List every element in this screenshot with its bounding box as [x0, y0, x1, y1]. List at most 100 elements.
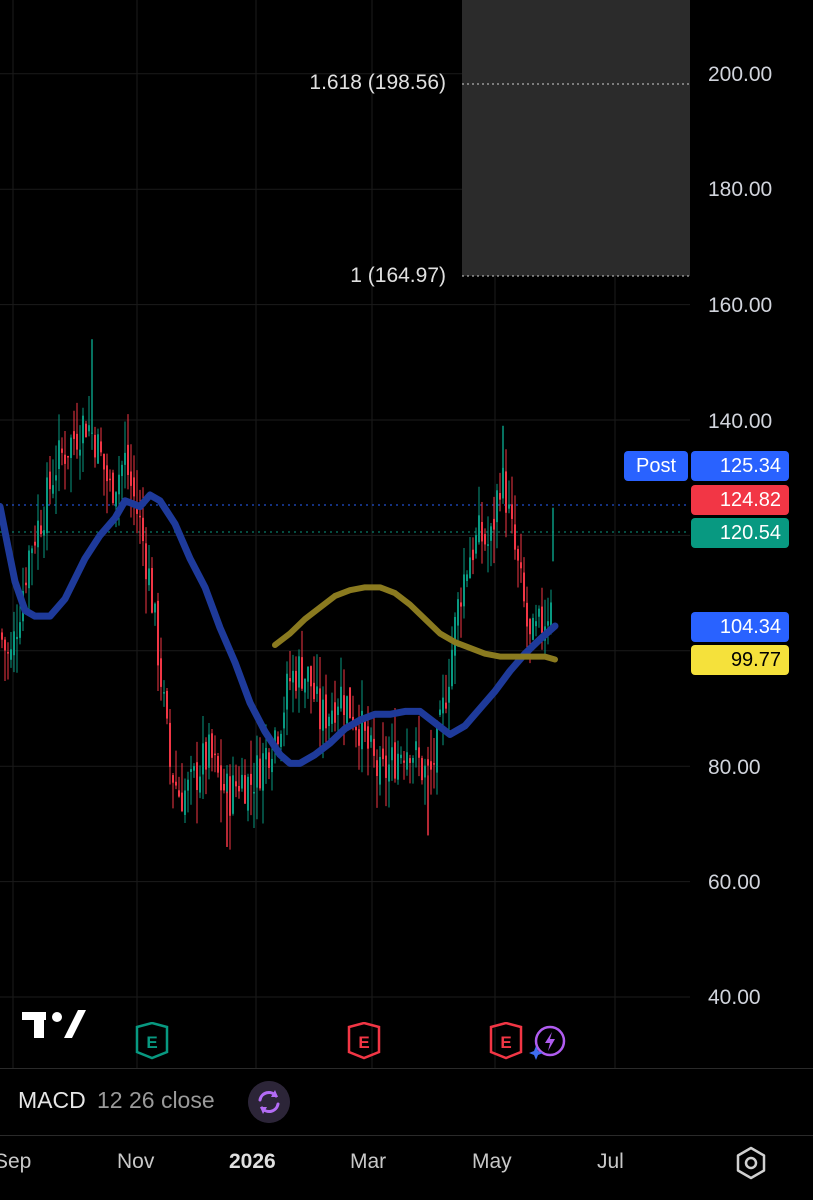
candle-body — [244, 775, 246, 804]
moving-average-yellow — [272, 584, 558, 663]
candle-body — [301, 657, 303, 689]
candle-body — [223, 784, 225, 791]
candle-body — [331, 710, 333, 724]
candle-body — [7, 652, 9, 654]
candle-body — [115, 492, 117, 507]
candle-body — [250, 773, 252, 785]
y-tick-40: 40.00 — [708, 986, 761, 1009]
earnings-icon[interactable]: E — [345, 1022, 383, 1060]
candle-body — [133, 477, 135, 497]
fib-extension-box[interactable] — [462, 0, 690, 276]
tradingview-logo[interactable] — [22, 1006, 86, 1040]
candle-body — [157, 600, 159, 666]
x-tick-sep: Sep — [0, 1150, 32, 1173]
post-price-badge: 125.34 — [691, 451, 789, 481]
candle-body — [118, 474, 120, 495]
candle-body — [343, 695, 345, 716]
candle-body — [547, 621, 549, 626]
candle-body — [205, 741, 207, 770]
candle-body — [1, 632, 3, 640]
candle-body — [472, 549, 474, 561]
refresh-icon[interactable] — [248, 1081, 290, 1123]
candle-body — [142, 517, 144, 542]
candle-body — [67, 456, 69, 458]
candle-body — [421, 758, 423, 781]
candle-body — [220, 765, 222, 791]
candle-body — [310, 666, 312, 687]
candle-body — [382, 748, 384, 760]
candle-body — [79, 449, 81, 456]
candle-body — [439, 709, 441, 715]
candle-body — [490, 526, 492, 541]
candle-body — [316, 686, 318, 694]
candle-body — [505, 471, 507, 513]
candle-body — [286, 673, 288, 710]
y-tick-60: 60.00 — [708, 871, 761, 894]
candle-body — [160, 658, 162, 687]
candle-body — [412, 757, 414, 763]
candle-body — [373, 738, 375, 756]
candle-body — [355, 726, 357, 731]
candle-body — [181, 792, 183, 812]
candle-body — [169, 722, 171, 767]
candle-body — [235, 781, 237, 787]
candle-body — [529, 619, 531, 635]
earnings-icon[interactable]: E — [487, 1022, 525, 1060]
candle-body — [298, 656, 300, 688]
candle-body — [172, 775, 174, 783]
earnings-letter: E — [500, 1033, 511, 1052]
x-tick-nov: Nov — [117, 1150, 155, 1173]
candle-body — [436, 723, 438, 773]
candle-body — [295, 670, 297, 691]
candle-body — [289, 678, 291, 682]
x-tick-2026: 2026 — [229, 1150, 276, 1173]
candle-body — [523, 572, 525, 602]
bolt-sparkle-icon[interactable] — [528, 1022, 566, 1060]
candle-body — [139, 515, 141, 518]
candle-body — [73, 431, 75, 439]
candle-body — [265, 747, 267, 760]
candle-body — [61, 448, 63, 453]
earnings-icon[interactable]: E — [133, 1022, 171, 1060]
candle-body — [226, 773, 228, 794]
candle-body — [76, 433, 78, 450]
candle-body — [376, 760, 378, 776]
candle-body — [328, 716, 330, 727]
candle-body — [451, 649, 453, 687]
candle-body — [538, 608, 540, 617]
x-tick-jul: Jul — [597, 1150, 624, 1173]
candle-body — [370, 735, 372, 742]
candle-body — [166, 690, 168, 719]
candle-body — [46, 477, 48, 534]
candle-body — [484, 534, 486, 545]
candle-body — [442, 697, 444, 714]
candle-body — [229, 776, 231, 816]
ma-blue-badge: 104.34 — [691, 612, 789, 642]
candle-body — [418, 747, 420, 758]
candle-body — [349, 687, 351, 718]
candle-body — [145, 543, 147, 580]
candle-body — [313, 682, 315, 700]
candle-body — [127, 444, 129, 476]
candle-body — [49, 471, 51, 490]
earnings-letter: E — [146, 1033, 157, 1052]
y-tick-160: 160.00 — [708, 294, 773, 317]
candle-body — [454, 616, 456, 656]
candle-body — [199, 776, 201, 793]
candle-body — [112, 472, 114, 503]
y-tick-140: 140.00 — [708, 410, 773, 433]
candle-body — [103, 453, 105, 470]
close-price-badge: 120.54 — [691, 518, 789, 548]
candle-body — [445, 702, 447, 709]
candle-body — [520, 562, 522, 569]
candle-body — [52, 485, 54, 494]
candle-body — [16, 636, 18, 640]
candle-body — [550, 602, 552, 626]
fib-label-1: 1 (164.97) — [350, 264, 446, 287]
candle-body — [307, 666, 309, 682]
candle-body — [241, 774, 243, 789]
settings-icon[interactable] — [734, 1146, 768, 1180]
candle-body — [262, 753, 264, 791]
candle-body — [151, 567, 153, 613]
macd-indicator-bar[interactable]: MACD 12 26 close — [0, 1068, 813, 1136]
